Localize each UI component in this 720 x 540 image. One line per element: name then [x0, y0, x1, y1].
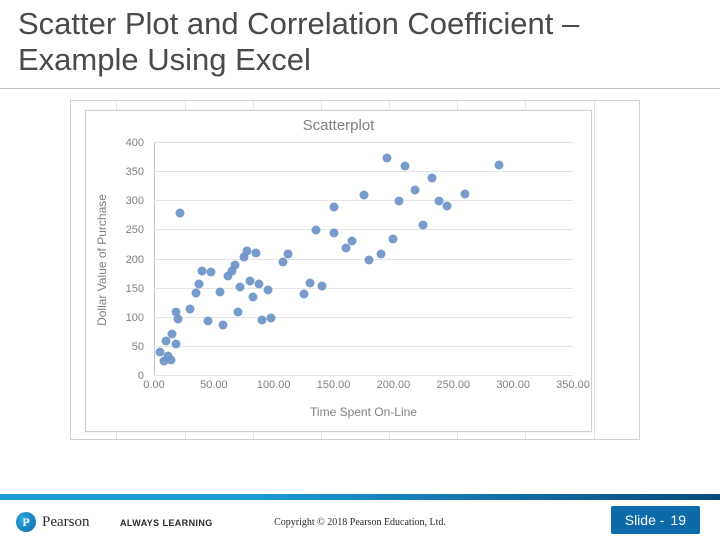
x-tick-label: 100.00	[257, 379, 291, 391]
grid-line	[154, 375, 573, 376]
grid-line	[154, 200, 573, 201]
slide-number: 19	[670, 512, 686, 528]
data-point	[263, 285, 272, 294]
data-point	[410, 185, 419, 194]
data-point	[203, 316, 212, 325]
y-tick-label: 150	[126, 283, 144, 295]
data-point	[389, 235, 398, 244]
data-point	[317, 281, 326, 290]
y-tick-label: 50	[132, 341, 144, 353]
data-point	[443, 201, 452, 210]
y-tick-label: 100	[126, 312, 144, 324]
data-point	[233, 307, 242, 316]
y-tick-label: 300	[126, 195, 144, 207]
x-tick-label: 300.00	[496, 379, 530, 391]
data-point	[311, 226, 320, 235]
data-point	[195, 279, 204, 288]
data-point	[191, 289, 200, 298]
x-tick-label: 0.00	[143, 379, 164, 391]
data-point	[167, 330, 176, 339]
x-tick-label: 250.00	[436, 379, 470, 391]
x-tick-label: 150.00	[317, 379, 351, 391]
y-tick-label: 250	[126, 224, 144, 236]
data-point	[245, 277, 254, 286]
y-tick-label: 200	[126, 254, 144, 266]
data-point	[231, 261, 240, 270]
data-point	[215, 287, 224, 296]
x-axis-ticks: 0.0050.00100.00150.00200.00250.00300.003…	[154, 379, 573, 395]
data-point	[255, 279, 264, 288]
data-point	[299, 290, 308, 299]
data-point	[461, 190, 470, 199]
data-point	[347, 236, 356, 245]
data-point	[257, 315, 266, 324]
data-point	[401, 162, 410, 171]
data-point	[251, 248, 260, 257]
data-point	[329, 203, 338, 212]
x-tick-label: 350.00	[556, 379, 590, 391]
y-axis-line	[154, 143, 155, 376]
data-point	[267, 313, 276, 322]
x-axis-label: Time Spent On-Line	[154, 405, 573, 419]
data-point	[359, 191, 368, 200]
chart-title: Scatterplot	[86, 117, 591, 134]
data-point	[166, 355, 175, 364]
data-point	[419, 220, 428, 229]
data-point	[185, 305, 194, 314]
data-point	[197, 267, 206, 276]
data-point	[284, 249, 293, 258]
data-point	[176, 208, 185, 217]
data-point	[171, 339, 180, 348]
page-title: Scatter Plot and Correlation Coefficient…	[18, 6, 702, 77]
grid-line	[154, 346, 573, 347]
data-point	[305, 278, 314, 287]
slide: Scatter Plot and Correlation Coefficient…	[0, 0, 720, 540]
footer: P Pearson ALWAYS LEARNING Copyright © 20…	[0, 500, 720, 540]
plot-area	[154, 143, 573, 376]
data-point	[236, 283, 245, 292]
data-point	[219, 320, 228, 329]
data-point	[427, 173, 436, 182]
data-point	[279, 258, 288, 267]
data-point	[329, 229, 338, 238]
grid-line	[154, 317, 573, 318]
grid-line	[154, 229, 573, 230]
slide-label: Slide -	[625, 512, 665, 528]
slide-number-badge: Slide - 19	[611, 506, 700, 534]
grid-line	[154, 171, 573, 172]
data-point	[383, 153, 392, 162]
y-axis-ticks: 050100150200250300350400	[86, 143, 150, 376]
y-tick-label: 350	[126, 166, 144, 178]
data-point	[249, 293, 258, 302]
data-point	[365, 255, 374, 264]
data-point	[207, 268, 216, 277]
data-point	[494, 160, 503, 169]
y-tick-label: 400	[126, 137, 144, 149]
x-tick-label: 50.00	[200, 379, 228, 391]
grid-line	[154, 259, 573, 260]
scatter-chart: Scatterplot Dollar Value of Purchase 050…	[85, 110, 592, 432]
data-point	[395, 197, 404, 206]
x-tick-label: 200.00	[377, 379, 411, 391]
grid-line	[154, 142, 573, 143]
title-divider	[0, 88, 720, 89]
data-point	[173, 314, 182, 323]
data-point	[377, 249, 386, 258]
